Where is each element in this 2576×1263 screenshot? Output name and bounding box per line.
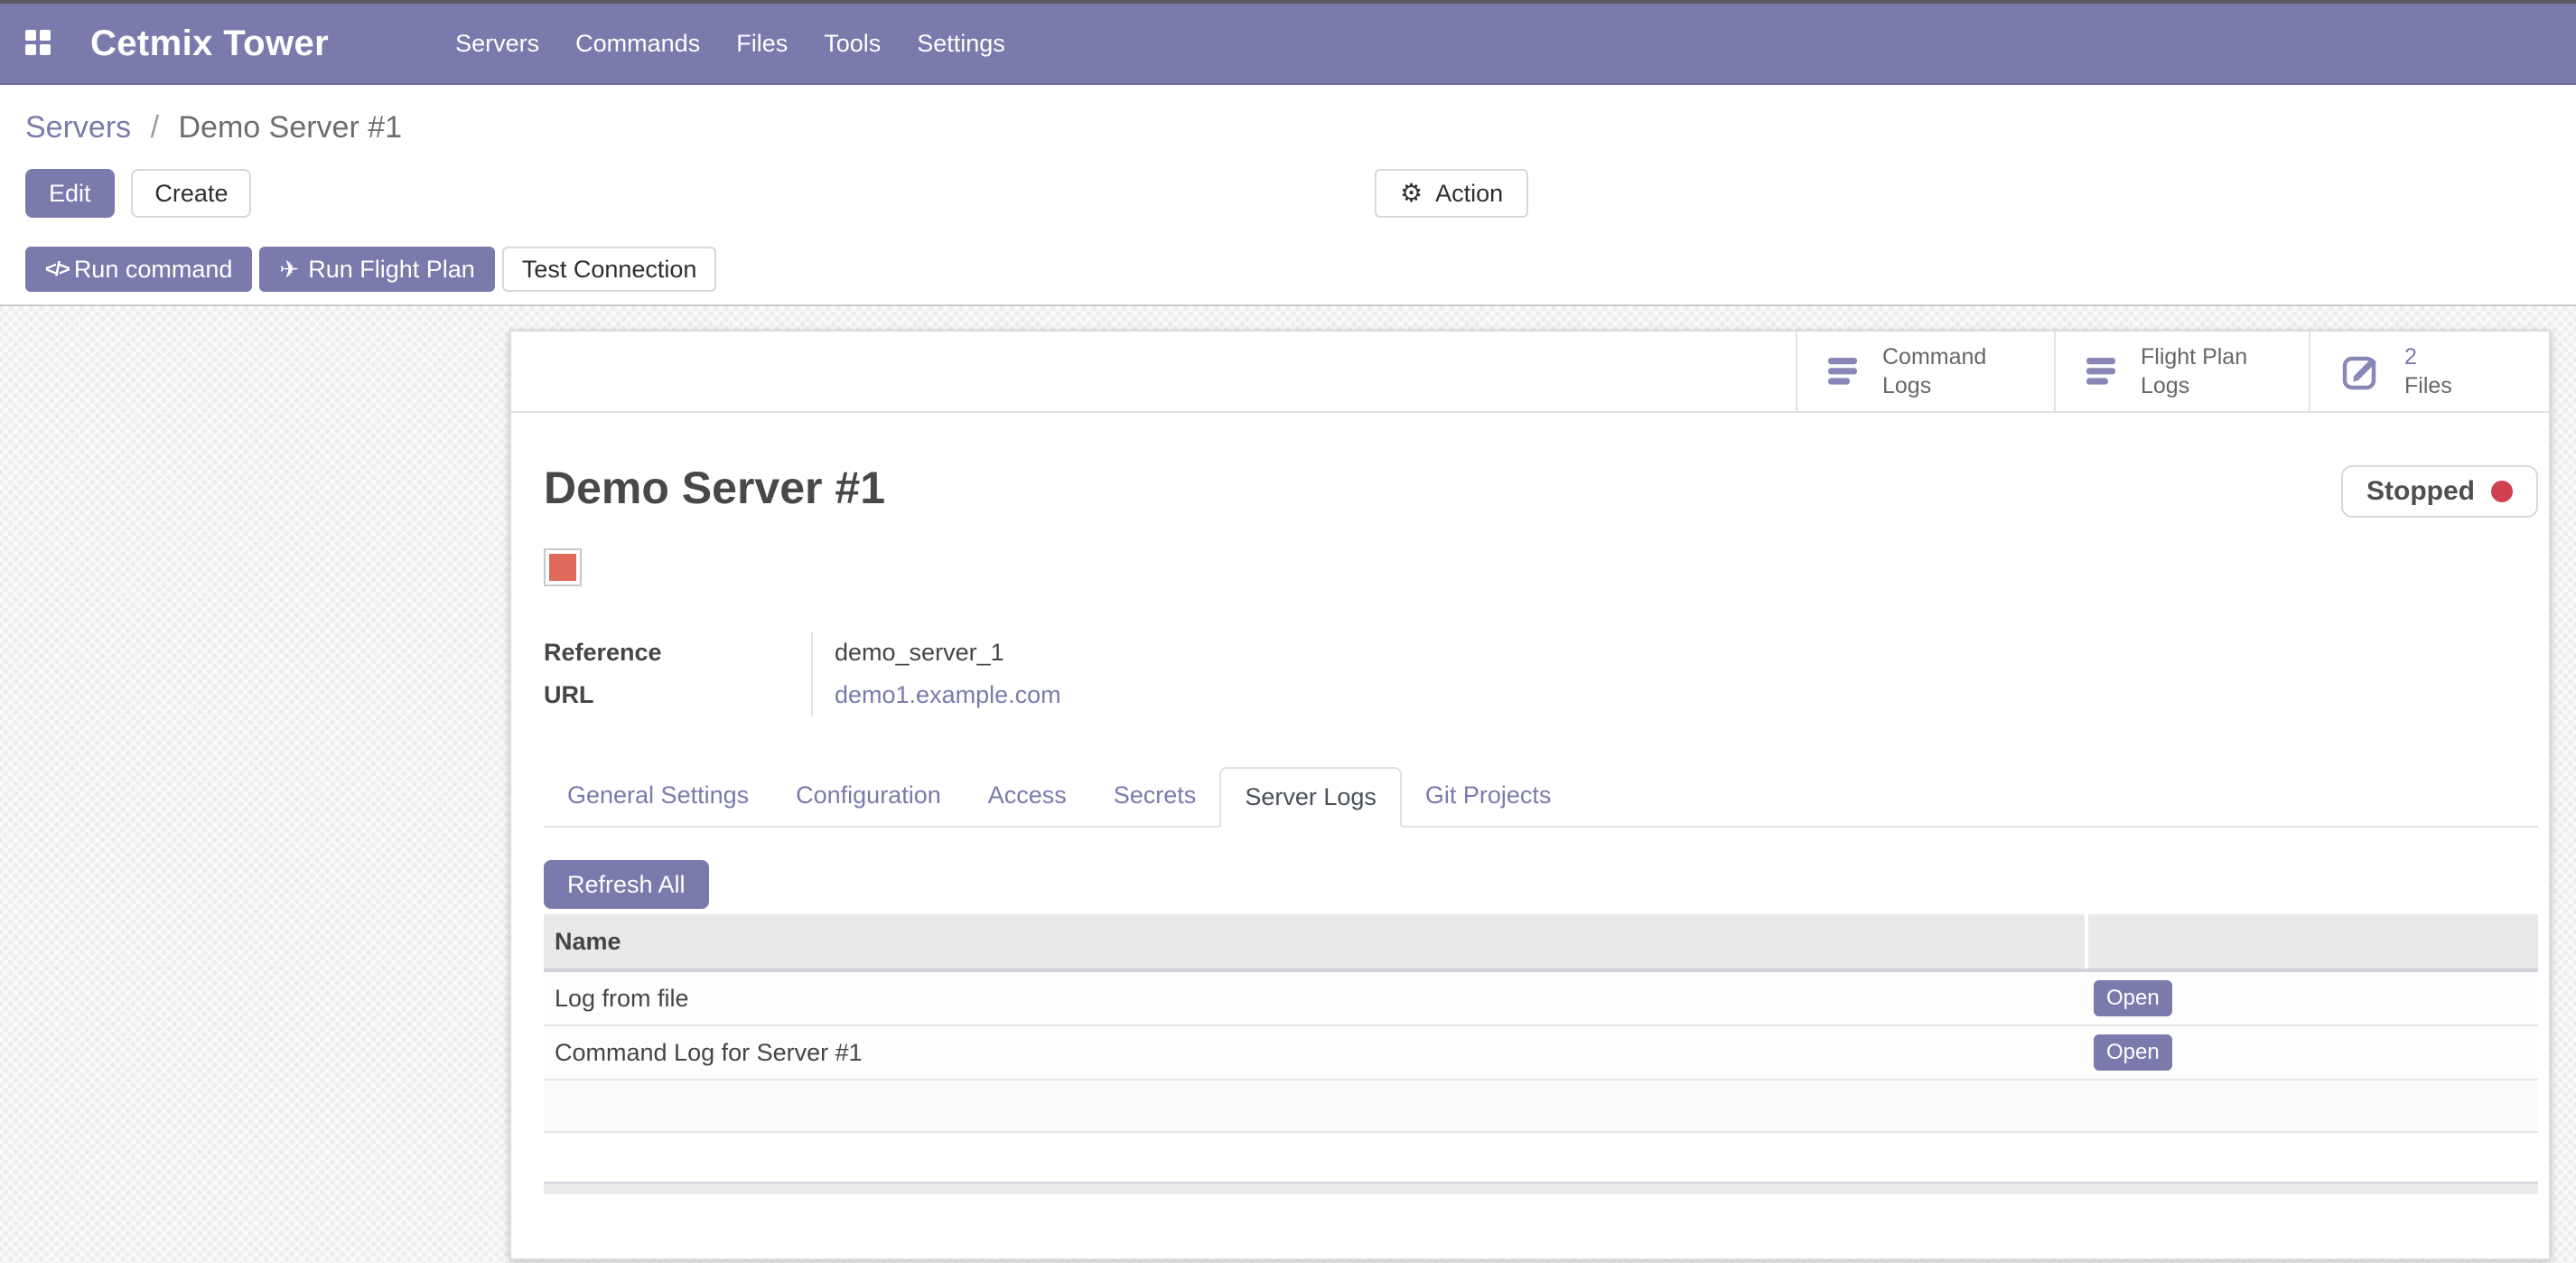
brand-title[interactable]: Cetmix Tower (90, 23, 329, 64)
server-color-swatch (549, 554, 576, 581)
server-color-picker[interactable] (544, 548, 582, 586)
tab-server-logs[interactable]: Server Logs (1219, 767, 1402, 828)
status-label: Stopped (2366, 476, 2475, 507)
stat-button-strip: Command Logs Flight Plan Logs (511, 332, 2549, 413)
column-header-name[interactable]: Name (544, 928, 2085, 956)
server-logs-table: Name Log from file Open Command Log for … (544, 914, 2538, 1133)
log-name: Command Log for Server #1 (544, 1039, 2085, 1067)
column-header-actions (2085, 914, 2538, 968)
list-bars-icon (2086, 358, 2121, 385)
breadcrumb-servers-link[interactable]: Servers (25, 110, 131, 145)
menu-item-commands[interactable]: Commands (575, 30, 700, 58)
list-bars-icon (1828, 358, 1862, 385)
run-flight-plan-button[interactable]: ✈︎ Run Flight Plan (259, 247, 494, 292)
run-command-button[interactable]: </> Run command (25, 247, 252, 292)
server-action-bar: </> Run command ✈︎ Run Flight Plan Test … (25, 247, 2551, 292)
table-row-empty (544, 1081, 2538, 1133)
apps-grid-icon[interactable] (25, 30, 52, 57)
open-log-button[interactable]: Open (2094, 980, 2172, 1017)
server-form-card: Command Logs Flight Plan Logs (509, 330, 2551, 1260)
toolbar: Edit Create ⚙︎ Action (25, 169, 2551, 218)
table-header-row: Name (544, 914, 2538, 972)
run-flight-plan-label: Run Flight Plan (308, 256, 475, 284)
log-name: Log from file (544, 985, 2085, 1013)
menu-item-tools[interactable]: Tools (824, 30, 881, 58)
flight-plan-logs-stat-button[interactable]: Flight Plan Logs (2054, 332, 2309, 411)
table-row[interactable]: Command Log for Server #1 Open (544, 1026, 2538, 1081)
code-icon: </> (45, 257, 69, 281)
tab-secrets[interactable]: Secrets (1090, 767, 1220, 826)
field-value-reference: demo_server_1 (811, 632, 1268, 674)
status-dot-icon (2491, 481, 2513, 502)
stat-button-label: Flight Plan Logs (2141, 342, 2247, 401)
open-log-button[interactable]: Open (2094, 1034, 2172, 1071)
control-panel: Servers / Demo Server #1 Edit Create ⚙︎ … (0, 85, 2576, 292)
create-button[interactable]: Create (131, 169, 251, 218)
action-button[interactable]: ⚙︎ Action (1375, 169, 1528, 218)
status-badge: Stopped (2341, 465, 2538, 518)
menu-item-files[interactable]: Files (736, 30, 788, 58)
test-connection-button[interactable]: Test Connection (502, 247, 717, 292)
breadcrumb-separator: / (151, 110, 159, 145)
field-value-url-link[interactable]: demo1.example.com (811, 674, 1268, 716)
tab-access[interactable]: Access (965, 767, 1090, 826)
main-navbar: Cetmix Tower Servers Commands Files Tool… (0, 4, 2576, 85)
breadcrumb-current: Demo Server #1 (179, 110, 403, 145)
gear-icon: ⚙︎ (1400, 181, 1423, 206)
plane-icon: ✈︎ (279, 257, 299, 281)
run-command-label: Run command (74, 256, 233, 284)
form-background: Command Logs Flight Plan Logs (0, 306, 2576, 1263)
files-count: 2 (2404, 342, 2452, 372)
action-button-label: Action (1435, 180, 1503, 208)
refresh-all-button[interactable]: Refresh All (544, 860, 709, 909)
form-sheet: Demo Server #1 Stopped Reference demo_se… (511, 465, 2549, 1194)
tab-configuration[interactable]: Configuration (772, 767, 965, 826)
server-logs-panel: Refresh All Name Log from file Open (544, 828, 2538, 1194)
main-menu: Servers Commands Files Tools Settings (455, 30, 1005, 58)
command-logs-stat-button[interactable]: Command Logs (1796, 332, 2054, 411)
edit-button[interactable]: Edit (25, 169, 115, 218)
notebook-tabs: General Settings Configuration Access Se… (544, 767, 2538, 828)
field-group: Reference demo_server_1 URL demo1.exampl… (544, 632, 1268, 716)
tab-git-projects[interactable]: Git Projects (1402, 767, 1575, 826)
edit-square-icon (2341, 350, 2385, 393)
tab-general-settings[interactable]: General Settings (544, 767, 772, 826)
stat-button-label: 2 Files (2404, 342, 2452, 401)
menu-item-servers[interactable]: Servers (455, 30, 539, 58)
page-title: Demo Server #1 (544, 465, 885, 510)
files-stat-button[interactable]: 2 Files (2309, 332, 2549, 411)
field-label-url: URL (544, 674, 811, 716)
field-label-reference: Reference (544, 632, 811, 674)
table-row[interactable]: Log from file Open (544, 972, 2538, 1026)
menu-item-settings[interactable]: Settings (917, 30, 1005, 58)
app-window: Cetmix Tower Servers Commands Files Tool… (0, 0, 2576, 1263)
breadcrumb: Servers / Demo Server #1 (25, 110, 2551, 145)
table-footer-strip (544, 1182, 2538, 1194)
stat-button-label: Command Logs (1882, 342, 1986, 401)
